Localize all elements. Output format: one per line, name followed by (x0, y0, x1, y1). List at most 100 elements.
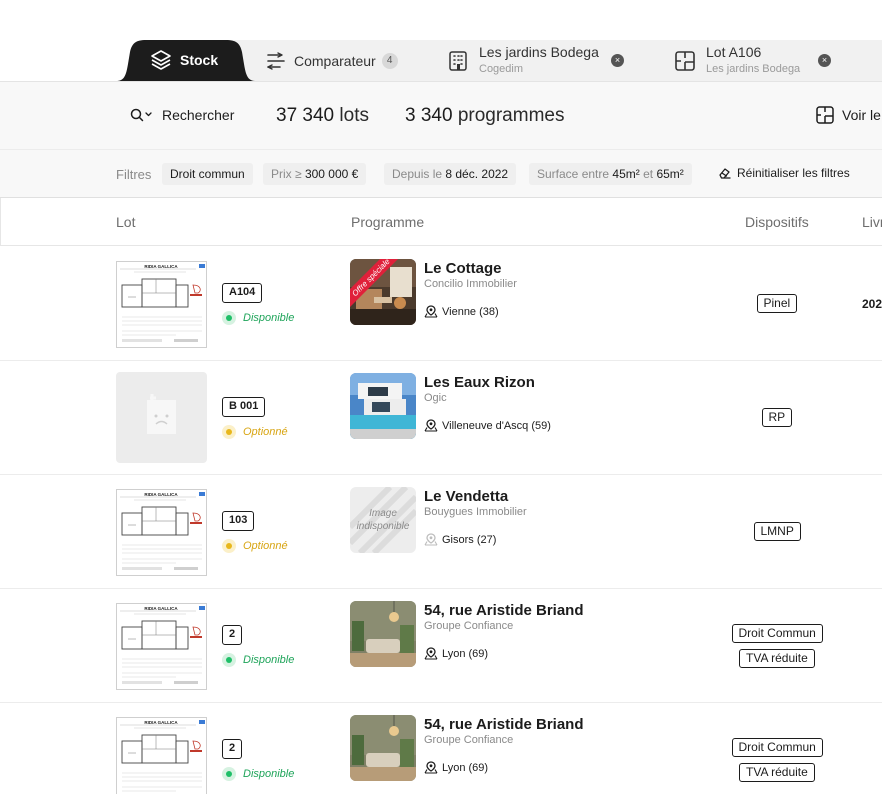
floor-plan-drawing: RIDIA GALLICA (116, 717, 207, 794)
layers-icon (151, 50, 171, 70)
programme-thumbnail[interactable] (350, 601, 416, 667)
programme-name[interactable]: Les Eaux Rizon (424, 374, 535, 391)
status-dot-icon (222, 767, 236, 781)
lot-status-label: Disponible (243, 768, 295, 780)
livraison-date: 202 (862, 297, 882, 311)
column-header-programme[interactable]: Programme (351, 214, 424, 230)
lot-plan-thumbnail[interactable]: RIDIA GALLICA (116, 489, 207, 576)
table-row[interactable]: RIDIA GALLICA 103 Optionné Image indisponib… (0, 475, 882, 589)
floor-plan-drawing: RIDIA GALLICA (116, 603, 207, 690)
compare-icon (267, 51, 285, 70)
lot-number-badge[interactable]: 2 (222, 739, 243, 759)
filter-surface-min: 45m² (612, 167, 640, 181)
filter-regime-value: Droit commun (170, 167, 245, 181)
reset-filters-button[interactable]: Réinitialiser les filtres (718, 166, 850, 180)
programme-name[interactable]: 54, rue Aristide Briand (424, 716, 584, 733)
eraser-icon (719, 168, 731, 179)
programme-thumbnail[interactable]: Image indisponible (350, 487, 416, 553)
programmes-count: 3 340 (405, 105, 453, 126)
programme-name[interactable]: 54, rue Aristide Briand (424, 602, 584, 619)
search-button[interactable]: Rechercher (130, 107, 234, 123)
tab-programme[interactable]: Les jardins Bodega Cogedim × (447, 40, 637, 81)
programme-location: Gisors (27) (424, 533, 496, 546)
map-pin-icon (424, 533, 438, 546)
lot-status: Optionné (222, 539, 288, 553)
programme-location-label: Lyon (69) (442, 761, 489, 774)
status-dot-icon (222, 653, 236, 667)
lot-number-badge[interactable]: B 001 (222, 397, 266, 417)
lots-stat: 37 340 lots (276, 105, 369, 127)
tab-bar: Stock Comparateur 4 Les jardins Bodega C… (0, 40, 882, 82)
tab-programme-label: Les jardins Bodega (479, 44, 599, 60)
programme-photo (350, 373, 416, 439)
map-pin-icon (424, 305, 438, 318)
filter-prix-value: 300 000 € (304, 167, 359, 181)
programme-developer: Bouygues Immobilier (424, 506, 527, 518)
map-pin-icon (424, 419, 438, 432)
lot-status-label: Optionné (243, 426, 288, 438)
lot-number-badge[interactable]: 103 (222, 511, 255, 531)
floorplan-icon (816, 106, 834, 124)
lots-count: 37 340 (276, 105, 335, 126)
programme-developer: Groupe Confiance (424, 734, 514, 746)
programme-location-label: Villeneuve d'Ascq (59) (442, 419, 551, 432)
voir-button[interactable]: Voir le (816, 106, 881, 124)
comparateur-count-badge: 4 (381, 52, 398, 69)
programmes-stat: 3 340 programmes (405, 105, 564, 127)
column-header-dispositifs[interactable]: Dispositifs (745, 214, 809, 230)
tab-programme-sub: Cogedim (479, 63, 524, 75)
programme-thumbnail[interactable] (350, 715, 416, 781)
search-icon (130, 108, 152, 122)
programme-location: Lyon (69) (424, 647, 488, 660)
column-header-lot[interactable]: Lot (116, 214, 135, 230)
table-row[interactable]: RIDIA GALLICA 2 Disponible 54, rue Aristide… (0, 589, 882, 703)
filter-chip-surface[interactable]: Surface entre 45m² et 65m² (529, 163, 692, 185)
programme-location-label: Vienne (38) (442, 305, 499, 318)
lot-status: Disponible (222, 653, 294, 667)
lot-plan-placeholder (116, 372, 207, 463)
programme-location: Villeneuve d'Ascq (59) (424, 419, 551, 432)
lot-status-label: Disponible (243, 654, 295, 666)
programme-developer: Concilio Immobilier (424, 278, 517, 290)
lot-plan-thumbnail[interactable]: RIDIA GALLICA (116, 603, 207, 690)
lot-plan-thumbnail[interactable]: RIDIA GALLICA (116, 261, 207, 348)
programme-photo (350, 715, 416, 781)
programme-developer: Ogic (424, 392, 447, 404)
tab-lot[interactable]: Lot A106 Les jardins Bodega × (674, 40, 844, 81)
no-plan-icon (147, 394, 176, 434)
filter-chip-prix[interactable]: Prix ≥ 300 000 € (263, 163, 367, 185)
image-unavailable-text: Image indisponible (356, 508, 410, 532)
filter-depuis-value: 8 déc. 2022 (445, 167, 509, 181)
dispositif-badge: TVA réduite (739, 649, 815, 668)
programme-thumbnail[interactable] (350, 373, 416, 439)
programme-thumbnail[interactable]: Offre spéciale (350, 259, 416, 325)
lot-status: Disponible (222, 767, 294, 781)
tab-programme-close-icon[interactable]: × (611, 54, 624, 67)
filter-prix-key: Prix (271, 167, 292, 181)
tab-lot-sub: Les jardins Bodega (706, 63, 801, 75)
programme-location-label: Gisors (27) (442, 533, 497, 546)
filter-chip-depuis[interactable]: Depuis le 8 déc. 2022 (384, 163, 517, 185)
lot-number-badge[interactable]: 2 (222, 625, 243, 645)
filter-chip-regime[interactable]: Droit commun (162, 163, 253, 185)
tab-comparateur-label: Comparateur (294, 52, 376, 69)
dispositif-badge: RP (761, 408, 793, 427)
tab-comparateur[interactable]: Comparateur 4 (265, 40, 398, 81)
status-dot-icon (222, 311, 236, 325)
table-row[interactable]: B 001 Optionné Les Eaux Rizon Ogic Villeneuv… (0, 361, 882, 475)
tab-lot-close-icon[interactable]: × (818, 54, 831, 67)
table-row[interactable]: RIDIA GALLICA A104 Disponible Offre spécial… (0, 247, 882, 361)
tab-stock[interactable]: Stock (116, 40, 256, 81)
tab-stock-label: Stock (180, 52, 219, 68)
table-row[interactable]: RIDIA GALLICA 2 Disponible 54, rue Aristide… (0, 703, 882, 794)
programme-name[interactable]: Le Vendetta (424, 488, 508, 505)
tab-lot-label: Lot A106 (706, 44, 762, 60)
filter-surface-max: 65m² (656, 167, 684, 181)
programme-name[interactable]: Le Cottage (424, 260, 502, 277)
lot-number-badge[interactable]: A104 (222, 283, 263, 303)
lot-plan-thumbnail[interactable]: RIDIA GALLICA (116, 717, 207, 794)
programme-location: Vienne (38) (424, 305, 499, 318)
map-pin-icon (424, 647, 438, 660)
column-header-livraison[interactable]: Livr (862, 214, 882, 230)
dispositif-badge: Droit Commun (731, 624, 823, 643)
